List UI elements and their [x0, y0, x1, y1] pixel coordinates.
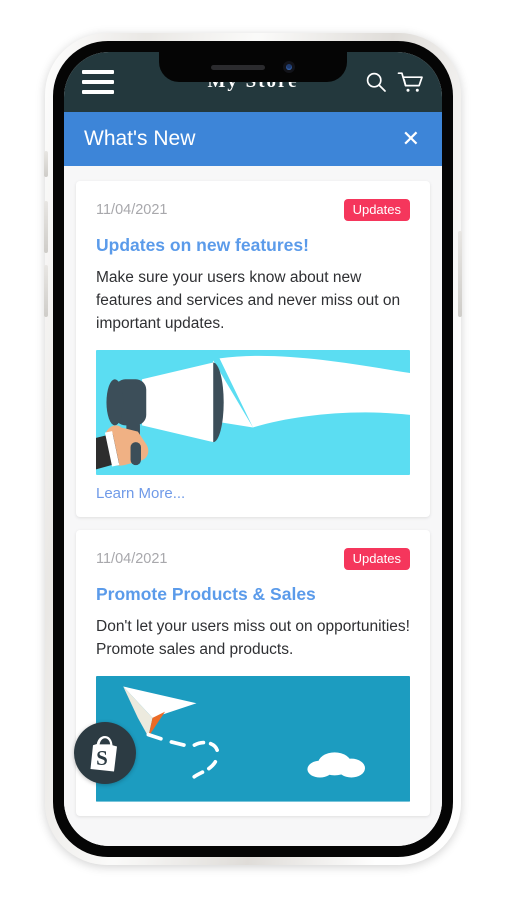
card-title[interactable]: Promote Products & Sales — [96, 584, 410, 605]
earpiece-speaker-icon — [211, 64, 265, 70]
learn-more-link[interactable]: Learn More... — [96, 485, 185, 502]
shopping-cart-icon[interactable] — [397, 70, 424, 94]
status-badge: Updates — [343, 199, 410, 221]
list-item[interactable]: 11/04/2021 Updates Promote Products & Sa… — [76, 530, 430, 816]
whats-new-header: What's New ✕ — [64, 112, 442, 166]
whats-new-title: What's New — [84, 127, 196, 150]
close-icon[interactable]: ✕ — [400, 124, 422, 154]
hamburger-menu-icon[interactable] — [82, 70, 114, 94]
front-camera-icon — [283, 61, 295, 73]
shopify-bag-logo-icon[interactable]: S — [74, 722, 136, 784]
volume-down-button[interactable] — [44, 265, 48, 317]
megaphone-announcement-illustration — [96, 349, 410, 476]
phone-mockup: My Store — [44, 33, 462, 865]
svg-text:S: S — [96, 746, 108, 770]
mute-switch-button[interactable] — [44, 151, 48, 177]
paper-plane-promotion-illustration — [96, 676, 410, 802]
list-item[interactable]: 11/04/2021 Updates Updates on new featur… — [76, 181, 430, 518]
card-body-text: Don't let your users miss out on opportu… — [96, 618, 410, 659]
device-notch — [159, 52, 347, 82]
card-title[interactable]: Updates on new features! — [96, 235, 410, 256]
header-actions — [364, 70, 424, 94]
card-date: 11/04/2021 — [96, 202, 168, 218]
search-icon[interactable] — [364, 70, 388, 94]
status-badge: Updates — [343, 548, 410, 571]
card-meta-row: 11/04/2021 Updates — [96, 199, 410, 221]
card-meta-row: 11/04/2021 Updates — [96, 548, 410, 571]
power-button[interactable] — [458, 231, 462, 317]
card-date: 11/04/2021 — [96, 551, 168, 568]
card-body-text: Make sure your users know about new feat… — [96, 269, 401, 332]
volume-up-button[interactable] — [44, 201, 48, 253]
